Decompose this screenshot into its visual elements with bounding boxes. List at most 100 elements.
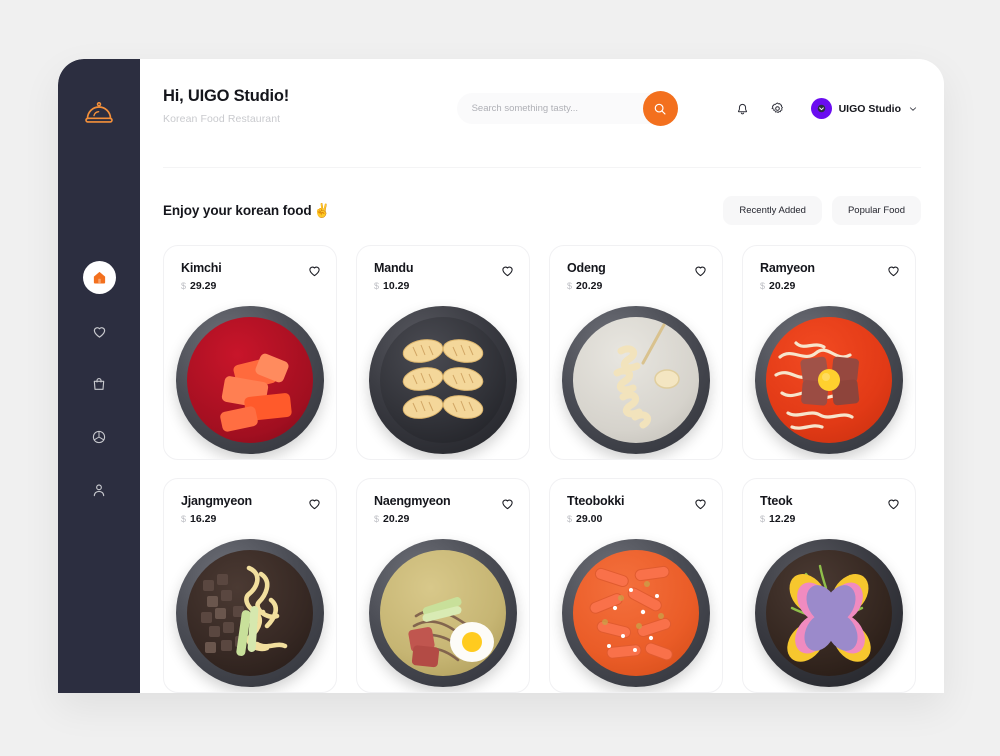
page-subtitle: Korean Food Restaurant [163, 113, 281, 125]
card-info: Kimchi $ 29.29 [181, 261, 222, 292]
favorite-button[interactable] [886, 496, 901, 511]
cloche-food-dome-icon [85, 101, 113, 123]
kimchi-pieces [220, 353, 292, 432]
favorite-button[interactable] [307, 263, 322, 278]
food-image-tteok [743, 525, 915, 692]
price-row: $ 29.00 [567, 513, 624, 525]
food-price: 16.29 [190, 513, 217, 525]
sidebar-item-favorites[interactable] [83, 315, 115, 347]
favorite-button[interactable] [693, 263, 708, 278]
heart-icon [93, 326, 105, 338]
food-card[interactable]: Naengmyeon $ 20.29 [356, 478, 530, 693]
currency-symbol: $ [374, 514, 380, 524]
jjangmyeon-noodles [201, 565, 288, 656]
card-info: Mandu $ 10.29 [374, 261, 413, 292]
favorite-button[interactable] [886, 263, 901, 278]
card-header: Odeng $ 20.29 [550, 246, 722, 292]
food-image-jjangmyeon [164, 525, 336, 692]
food-image-ramyeon [743, 292, 915, 459]
food-image-mandu [357, 292, 529, 459]
card-info: Naengmyeon $ 20.29 [374, 494, 451, 525]
food-name: Tteok [760, 494, 793, 508]
food-image-naengmyeon [357, 525, 529, 692]
section-title-text: Enjoy your korean food [163, 203, 312, 218]
food-name: Odeng [567, 261, 606, 275]
sidebar-nav [82, 261, 116, 506]
food-image-tteobokki [550, 525, 722, 692]
sidebar-item-delivery[interactable] [83, 421, 115, 453]
brand-logo[interactable] [79, 93, 119, 133]
sidebar-item-home[interactable] [82, 261, 116, 294]
profile-menu[interactable]: UIGO Studio [810, 98, 918, 119]
app-window: Hi, UIGO Studio! Korean Food Restaurant [58, 59, 944, 693]
card-header: Kimchi $ 29.29 [164, 246, 336, 292]
card-header: Tteok $ 12.29 [743, 479, 915, 525]
gear-icon [771, 102, 783, 113]
food-card[interactable]: Ramyeon $ 20.29 [742, 245, 916, 460]
card-info: Jjangmyeon $ 16.29 [181, 494, 252, 525]
food-image-kimchi [164, 292, 336, 459]
sidebar [58, 59, 140, 693]
food-price: 29.00 [576, 513, 603, 525]
food-name: Tteobokki [567, 494, 625, 508]
currency-symbol: $ [760, 281, 766, 291]
food-card[interactable]: Kimchi $ 29.29 [163, 245, 337, 460]
heart-outline-icon [888, 499, 899, 510]
food-card[interactable]: Odeng $ 20.29 [549, 245, 723, 460]
card-header: Jjangmyeon $ 16.29 [164, 479, 336, 525]
heart-outline-icon [309, 499, 320, 510]
page-header: Hi, UIGO Studio! Korean Food Restaurant [140, 59, 944, 126]
avatar-icon [815, 102, 827, 115]
header-actions: UIGO Studio [456, 91, 918, 126]
price-row: $ 20.29 [567, 280, 606, 292]
favorite-button[interactable] [693, 496, 708, 511]
food-price: 29.29 [190, 280, 217, 292]
food-card-grid: Kimchi $ 29.29 Mandu $ 10.29 Odeng $ 20.… [163, 245, 944, 693]
card-header: Ramyeon $ 20.29 [743, 246, 915, 292]
price-row: $ 29.29 [181, 280, 221, 292]
favorite-button[interactable] [307, 496, 322, 511]
food-name: Ramyeon [760, 261, 815, 275]
search-button[interactable] [642, 91, 678, 126]
currency-symbol: $ [181, 514, 187, 524]
currency-symbol: $ [374, 281, 380, 291]
price-row: $ 16.29 [181, 513, 252, 525]
price-row: $ 20.29 [760, 280, 815, 292]
card-info: Ramyeon $ 20.29 [760, 261, 815, 292]
search-icon [654, 103, 666, 115]
price-row: $ 20.29 [374, 513, 451, 525]
sidebar-item-orders[interactable] [83, 368, 115, 400]
food-image-odeng [550, 292, 722, 459]
card-header: Tteobokki $ 29.00 [550, 479, 722, 525]
food-card[interactable]: Jjangmyeon $ 16.29 [163, 478, 337, 693]
sidebar-item-profile[interactable] [83, 474, 115, 506]
food-card[interactable]: Tteok $ 12.29 [742, 478, 916, 693]
home-icon [93, 271, 105, 284]
card-info: Tteobokki $ 29.00 [567, 494, 624, 525]
settings-button[interactable] [763, 94, 793, 124]
greeting-block: Hi, UIGO Studio! Korean Food Restaurant [163, 87, 289, 125]
search-input[interactable] [456, 93, 672, 124]
food-price: 20.29 [383, 513, 410, 525]
tteobokki-rice-cakes [589, 565, 673, 661]
currency-symbol: $ [567, 281, 573, 291]
section-header: Enjoy your korean food ✌ Recently Added … [163, 196, 921, 225]
food-card[interactable]: Tteobokki $ 29.00 [549, 478, 723, 693]
filter-recently-added[interactable]: Recently Added [723, 196, 822, 225]
mandu-dumplings [402, 339, 484, 419]
card-info: Tteok $ 12.29 [760, 494, 795, 525]
favorite-button[interactable] [500, 496, 515, 511]
card-header: Mandu $ 10.29 [357, 246, 529, 292]
filter-popular-food[interactable]: Popular Food [831, 196, 921, 225]
heart-outline-icon [695, 266, 706, 277]
naengmyeon-noodles [408, 597, 494, 668]
card-header: Naengmyeon $ 20.29 [357, 479, 529, 525]
food-name: Mandu [374, 261, 414, 275]
food-card[interactable]: Mandu $ 10.29 [356, 245, 530, 460]
currency-symbol: $ [760, 514, 766, 524]
person-icon [93, 484, 105, 497]
section-title: Enjoy your korean food ✌ [163, 203, 330, 219]
notifications-button[interactable] [728, 94, 758, 124]
avatar [810, 98, 832, 119]
favorite-button[interactable] [500, 263, 515, 278]
